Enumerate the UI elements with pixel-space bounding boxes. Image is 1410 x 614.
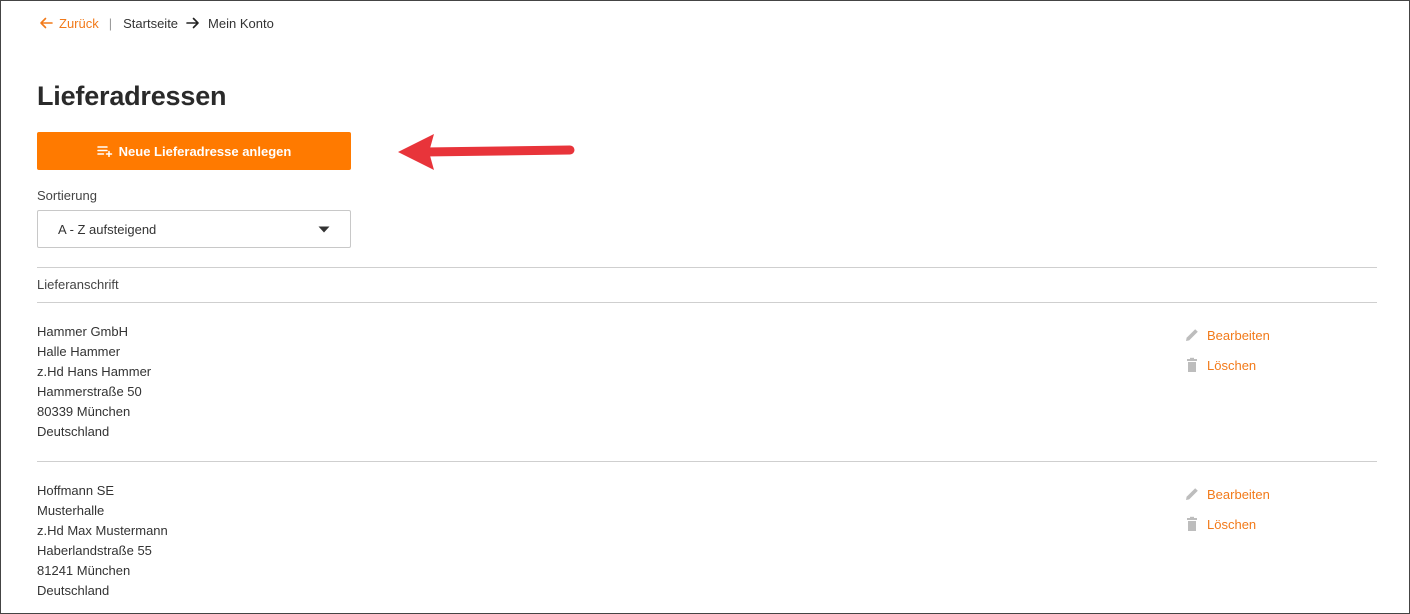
edit-label: Bearbeiten xyxy=(1207,486,1270,502)
delete-label: Löschen xyxy=(1207,516,1257,532)
delete-label: Löschen xyxy=(1207,357,1257,373)
pencil-icon xyxy=(1186,488,1198,500)
arrow-left-icon xyxy=(40,17,53,29)
address-contact: z.Hd Max Mustermann xyxy=(37,523,168,538)
breadcrumb: Zurück | Startseite Mein Konto xyxy=(39,14,274,32)
sort-select-value: A - Z aufsteigend xyxy=(58,221,157,237)
address-city: 80339 München xyxy=(37,404,131,419)
page-title: Lieferadressen xyxy=(37,81,227,111)
address-company: Hammer GmbH xyxy=(37,324,129,339)
playlist-add-icon xyxy=(96,146,112,157)
page-frame: Zurück | Startseite Mein Konto Lieferadr… xyxy=(0,0,1410,614)
caret-down-icon xyxy=(318,226,330,232)
breadcrumb-current[interactable]: Mein Konto xyxy=(208,16,274,31)
address-country: Deutschland xyxy=(37,583,110,598)
delete-address-button[interactable]: Löschen xyxy=(1184,356,1270,374)
new-address-button[interactable]: Neue Lieferadresse anlegen xyxy=(37,132,351,170)
address-city: 81241 München xyxy=(37,563,131,578)
red-arrow-icon xyxy=(398,134,575,170)
back-label: Zurück xyxy=(59,15,99,31)
address-street: Haberlandstraße 55 xyxy=(37,543,152,558)
address-block: Hoffmann SE Musterhalle z.Hd Max Musterm… xyxy=(37,481,168,601)
breadcrumb-home[interactable]: Startseite xyxy=(123,16,178,31)
back-link[interactable]: Zurück xyxy=(39,16,99,31)
arrow-right-icon xyxy=(186,17,200,29)
delete-address-button[interactable]: Löschen xyxy=(1184,515,1270,533)
trash-icon xyxy=(1187,357,1197,372)
new-address-button-label: Neue Lieferadresse anlegen xyxy=(118,143,292,159)
sort-label: Sortierung xyxy=(37,188,97,203)
sort-select[interactable]: A - Z aufsteigend xyxy=(37,210,351,248)
address-actions: Bearbeiten Löschen xyxy=(1184,326,1270,374)
address-block: Hammer GmbH Halle Hammer z.Hd Hans Hamme… xyxy=(37,322,151,442)
column-header-lieferanschrift: Lieferanschrift xyxy=(37,277,119,292)
address-street: Hammerstraße 50 xyxy=(37,384,142,399)
trash-icon xyxy=(1187,516,1197,531)
address-company: Hoffmann SE xyxy=(37,483,115,498)
address-hall: Halle Hammer xyxy=(37,344,121,359)
address-hall: Musterhalle xyxy=(37,503,105,518)
address-country: Deutschland xyxy=(37,424,110,439)
address-contact: z.Hd Hans Hammer xyxy=(37,364,152,379)
edit-label: Bearbeiten xyxy=(1207,327,1270,343)
divider xyxy=(37,267,1377,268)
breadcrumb-separator: | xyxy=(108,15,113,31)
edit-address-button[interactable]: Bearbeiten xyxy=(1184,326,1270,344)
address-actions: Bearbeiten Löschen xyxy=(1184,485,1270,533)
pencil-icon xyxy=(1186,329,1198,341)
divider xyxy=(37,302,1377,303)
divider xyxy=(37,461,1377,462)
edit-address-button[interactable]: Bearbeiten xyxy=(1184,485,1270,503)
